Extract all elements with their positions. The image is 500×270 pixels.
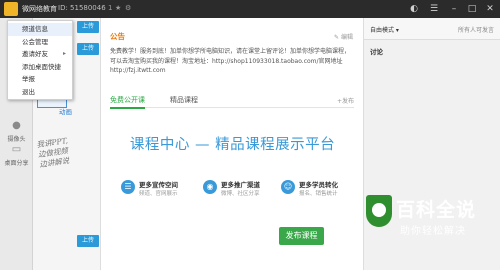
course-center-heading: 课程中心 — 精品课程展示平台: [129, 137, 336, 153]
mode-bar: 自由模式 ▾ 所有人可发言: [364, 18, 500, 40]
menu-item-report[interactable]: 举报: [8, 73, 72, 86]
feature-subtitle: 微博、社区分享: [221, 191, 260, 197]
sidebar-item-desktop-share[interactable]: ▭ 桌面分享: [0, 144, 33, 167]
feature-title: 更多宣传空间: [139, 181, 178, 189]
mode-select[interactable]: 自由模式 ▾: [370, 25, 399, 34]
camera-icon: ●: [12, 120, 21, 131]
menu-item-label: 公会管理: [22, 37, 48, 46]
sidebar-item-label: 摄像头: [7, 136, 26, 143]
users-icon: ☺: [281, 180, 295, 194]
course-tabs: 免费公开课 精品课程 +发布: [110, 94, 354, 109]
upload-button-2[interactable]: 上传: [77, 43, 99, 55]
handwriting-note: 我讲PPT, 边做视频 边讲解说: [36, 136, 71, 170]
submenu-arrow-icon: ▸: [62, 50, 66, 57]
feature-subtitle: 报名、销售统计: [299, 191, 338, 197]
publish-course-button[interactable]: 发布课程: [279, 227, 324, 245]
channel-id: ID: 51580046: [58, 4, 106, 12]
menu-item-label: 退出: [22, 87, 35, 96]
upload-button-1[interactable]: 上传: [77, 21, 99, 33]
mode-label: 自由模式: [370, 27, 395, 34]
animation-link[interactable]: 动画: [59, 106, 72, 116]
discussion-heading: 讨论: [370, 48, 383, 56]
watermark-subtitle: 助你轻松解决: [400, 226, 466, 237]
watermark-title: 百科全说: [396, 199, 477, 221]
add-publish-link[interactable]: +发布: [337, 96, 354, 105]
edit-label: 编辑: [340, 34, 353, 41]
tab-free-courses[interactable]: 免费公开课: [110, 95, 145, 109]
menu-item-label: 频道信息: [22, 25, 48, 33]
edit-notice-button[interactable]: ✎ 编辑: [334, 32, 353, 41]
title-bar: 微网络教育 ID: 51580046 1 ★ ⚙ ◐ ☰ – □ ✕: [0, 0, 500, 18]
minimize-icon[interactable]: –: [448, 3, 460, 15]
close-icon[interactable]: ✕: [484, 3, 496, 15]
menu-item-label: 举报: [22, 75, 35, 83]
shield-logo-icon: [366, 195, 392, 227]
menu-item-channel-info[interactable]: 频道信息: [8, 23, 72, 36]
settings-gear-icon[interactable]: ⚙: [125, 4, 131, 12]
weibo-icon: ◉: [203, 180, 217, 194]
menu-item-guild-manage[interactable]: 公会管理: [8, 36, 72, 49]
speak-permission: 所有人可发言: [457, 27, 494, 34]
app-logo: [4, 2, 18, 16]
feature-conversion: ☺ 更多学员转化 报名、销售统计: [281, 178, 356, 204]
menu-item-label: 邀请好友: [22, 50, 48, 58]
watermark: 百科全说 助你轻松解决: [366, 193, 486, 251]
feature-promotion-space: ☰ 更多宣传空间 频道、官网展示: [121, 178, 196, 204]
menu-item-add-shortcut[interactable]: 添加桌面快捷: [8, 61, 72, 74]
tab-premium-courses[interactable]: 精品课程: [170, 95, 198, 105]
sidebar-item-camera[interactable]: ● 摄像头: [0, 120, 33, 143]
promotion-icon: ☰: [121, 180, 135, 194]
upload-button-3[interactable]: 上传: [77, 235, 99, 247]
context-menu: 频道信息 公会管理 邀请好友 ▸ 添加桌面快捷 举报 退出: [7, 20, 73, 100]
maximize-icon[interactable]: □: [466, 3, 478, 15]
menu-item-label: 添加桌面快捷: [22, 62, 61, 71]
feature-channels: ◉ 更多推广渠道 微博、社区分享: [203, 178, 278, 204]
skin-icon[interactable]: ◐: [408, 3, 420, 15]
app-name: 微网络教育: [22, 5, 57, 13]
main-panel: 公告 ✎ 编辑 免费教学！服务到底！加单你想学所电脑知识，请在课堂上留评论！加单…: [101, 18, 364, 270]
feature-subtitle: 频道、官网展示: [139, 191, 178, 197]
monitor-icon: ▭: [11, 144, 22, 155]
member-count: 1: [108, 4, 113, 12]
notice-text: 免费教学！服务到底！加单你想学所电脑知识，请在课堂上留评论！加单你想学电脑课程，…: [110, 48, 351, 74]
feature-title: 更多推广渠道: [221, 181, 260, 189]
feature-title: 更多学员转化: [299, 181, 338, 189]
menu-item-invite-friends[interactable]: 邀请好友 ▸: [8, 48, 72, 61]
sidebar-item-label: 桌面分享: [4, 160, 29, 167]
app-window: 微网络教育 ID: 51580046 1 ★ ⚙ ◐ ☰ – □ ✕ ● 摄像头…: [0, 0, 500, 270]
menu-item-exit[interactable]: 退出: [8, 86, 72, 99]
menu-icon[interactable]: ☰: [428, 3, 440, 15]
notice-title: 公告: [110, 32, 125, 41]
favorite-star-icon[interactable]: ★: [115, 4, 121, 12]
